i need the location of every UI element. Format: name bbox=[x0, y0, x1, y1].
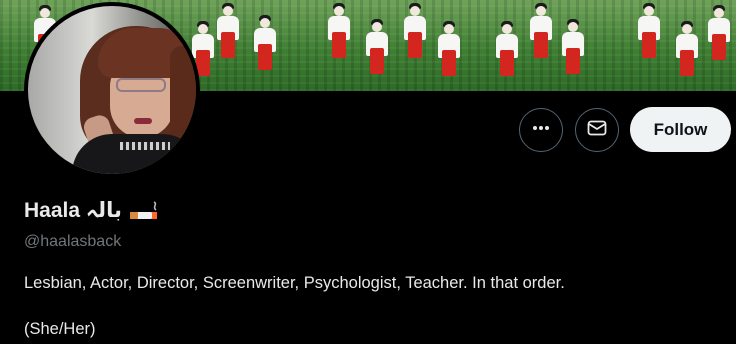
ellipsis-icon bbox=[531, 118, 551, 143]
follow-button-label: Follow bbox=[653, 119, 708, 139]
profile-pronouns: (She/Her) bbox=[24, 320, 96, 338]
profile-handle: @haalasback bbox=[24, 233, 122, 250]
profile-avatar[interactable] bbox=[24, 2, 200, 178]
profile-bio: Lesbian, Actor, Director, Screenwriter, … bbox=[24, 274, 565, 292]
display-name: Haala بالہ bbox=[24, 199, 122, 222]
cigarette-emoji-icon bbox=[128, 199, 162, 223]
envelope-icon bbox=[586, 117, 608, 144]
follow-button[interactable]: Follow bbox=[630, 107, 731, 152]
display-name-row: Haala بالہ bbox=[24, 198, 162, 223]
message-button[interactable] bbox=[575, 108, 619, 152]
more-options-button[interactable] bbox=[519, 108, 563, 152]
